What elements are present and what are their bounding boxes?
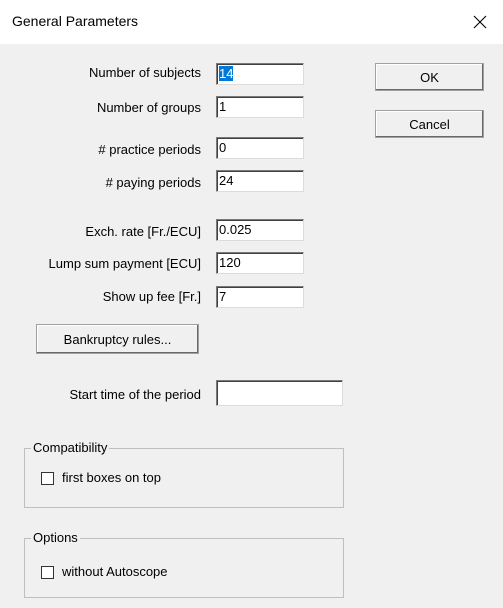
practice-periods-field[interactable]: 0 [216,137,304,159]
lump-sum-label: Lump sum payment [ECU] [48,256,201,271]
subjects-field[interactable]: 14 [216,63,304,85]
groups-field[interactable]: 1 [216,96,304,118]
start-time-label: Start time of the period [69,387,201,402]
show-up-fee-field[interactable]: 7 [216,286,304,308]
paying-periods-label: # paying periods [105,175,201,190]
window-title: General Parameters [12,13,139,29]
subjects-value: 14 [219,66,234,81]
without-autoscope-label: without Autoscope [62,564,168,579]
without-autoscope-checkbox[interactable] [41,566,54,579]
first-boxes-on-top-checkbox[interactable] [41,472,54,485]
show-up-fee-label: Show up fee [Fr.] [102,289,201,304]
practice-periods-label: # practice periods [98,142,201,157]
groups-label: Number of groups [96,100,201,115]
bankruptcy-rules-button[interactable]: Bankruptcy rules... [36,324,199,354]
exch-rate-label: Exch. rate [Fr./ECU] [85,224,201,239]
close-button[interactable] [457,0,503,44]
first-boxes-on-top-label: first boxes on top [62,470,161,485]
subjects-label: Number of subjects [89,65,201,80]
options-title: Options [31,530,80,545]
ok-button[interactable]: OK [375,63,484,91]
paying-periods-field[interactable]: 24 [216,170,304,192]
lump-sum-field[interactable]: 120 [216,252,304,274]
cancel-button[interactable]: Cancel [375,110,484,138]
close-icon [473,15,487,29]
title-bar: General Parameters [0,0,503,44]
compatibility-title: Compatibility [31,440,110,455]
start-time-field[interactable] [216,380,343,406]
exch-rate-field[interactable]: 0.025 [216,219,304,241]
